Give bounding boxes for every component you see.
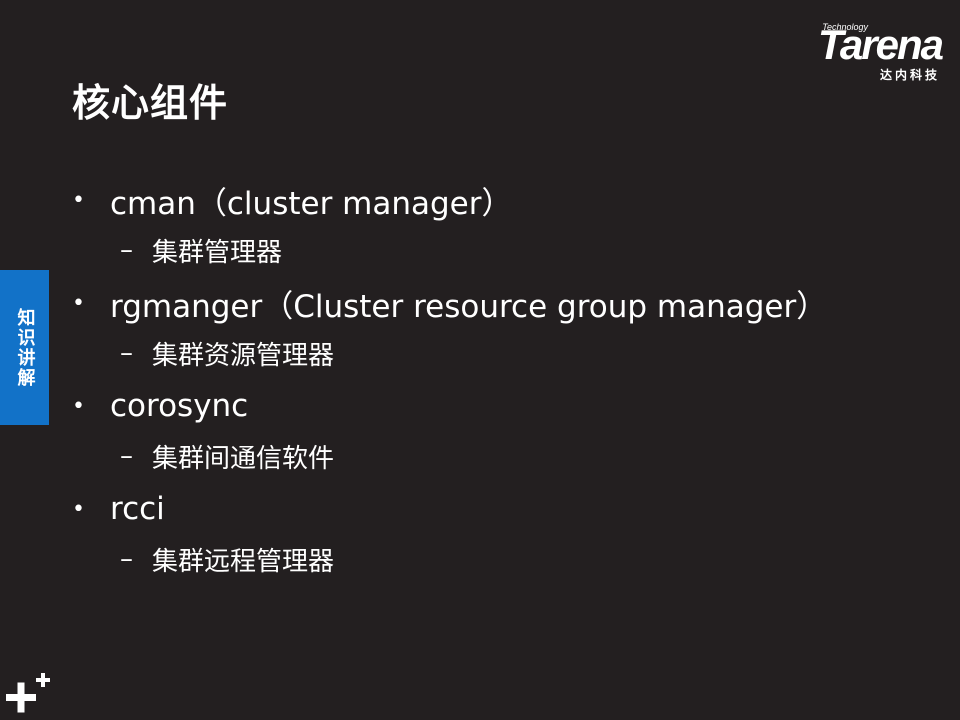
bullet-dot: • — [72, 393, 85, 419]
bullet-sub: – 集群远程管理器 — [120, 541, 334, 577]
list-item: • rcci – 集群远程管理器 — [72, 485, 932, 588]
logo-wordmark: Tarena — [817, 21, 944, 68]
sub-dash: – — [120, 235, 133, 265]
list-item: • rgmanger（Cluster resource group manage… — [72, 279, 932, 382]
side-tab: 知识讲解 — [0, 270, 49, 425]
bullet-sub: – 集群间通信软件 — [120, 438, 334, 474]
logo-chinese-text: 达内科技 — [879, 68, 940, 82]
sub-dash: – — [120, 441, 133, 471]
tarena-logo: Technology Tarena 达内科技 — [777, 21, 944, 82]
sub-text: 集群远程管理器 — [152, 546, 335, 577]
bullet-text: rgmanger（Cluster resource group manager） — [110, 288, 828, 325]
bullet-list: • cman（cluster manager） – 集群管理器 • rgmang… — [72, 176, 932, 588]
slide-title: 核心组件 — [72, 81, 229, 125]
bullet-sub: – 集群资源管理器 — [120, 335, 334, 371]
slide: 核心组件 Technology Tarena 达内科技 知识讲解 • cman（… — [0, 0, 960, 720]
sub-text: 集群间通信软件 — [152, 443, 335, 474]
bullet-text: rcci — [110, 491, 165, 527]
sub-text: 集群管理器 — [152, 237, 283, 268]
bullet-main: • cman（cluster manager） — [72, 176, 513, 224]
bullet-dot: • — [72, 187, 85, 213]
sub-dash: – — [120, 338, 133, 368]
bullet-sub: – 集群管理器 — [120, 232, 282, 268]
list-item: • cman（cluster manager） – 集群管理器 — [72, 176, 932, 279]
bullet-main: • corosync — [72, 382, 248, 430]
bullet-text: cman（cluster manager） — [110, 185, 513, 222]
sub-text: 集群资源管理器 — [152, 340, 335, 371]
sub-dash: – — [120, 544, 133, 574]
bullet-dot: • — [72, 290, 85, 316]
bullet-dot: • — [72, 496, 85, 522]
bullet-text: corosync — [110, 388, 249, 424]
side-tab-label: 知识讲解 — [14, 307, 36, 388]
plus-icon — [6, 673, 50, 713]
list-item: • corosync – 集群间通信软件 — [72, 382, 932, 485]
bullet-main: • rgmanger（Cluster resource group manage… — [72, 279, 827, 327]
bullet-main: • rcci — [72, 485, 165, 533]
